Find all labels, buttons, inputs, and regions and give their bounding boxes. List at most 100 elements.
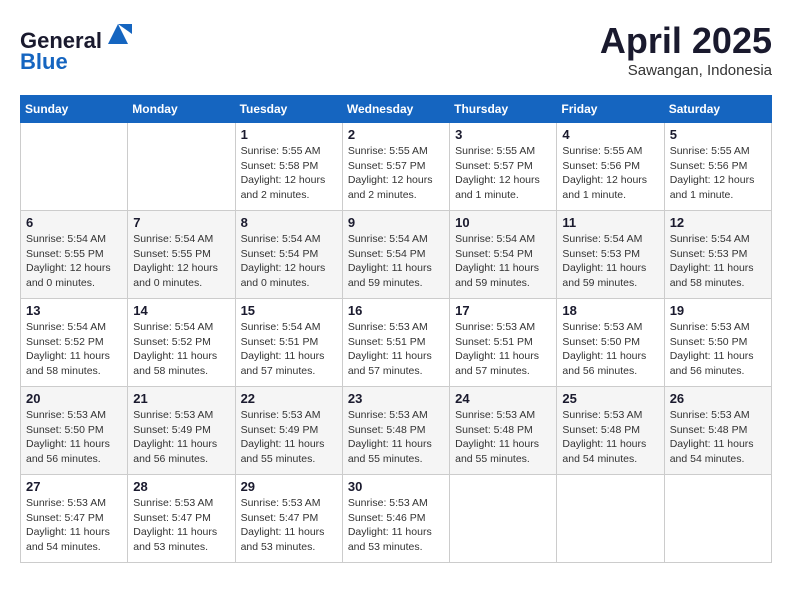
day-number: 17 bbox=[455, 303, 551, 318]
day-info: Sunrise: 5:54 AM Sunset: 5:54 PM Dayligh… bbox=[241, 232, 337, 291]
calendar-cell: 21 Sunrise: 5:53 AM Sunset: 5:49 PM Dayli… bbox=[128, 387, 235, 475]
calendar-cell: 11 Sunrise: 5:54 AM Sunset: 5:53 PM Dayli… bbox=[557, 211, 664, 299]
calendar-cell: 22 Sunrise: 5:53 AM Sunset: 5:49 PM Dayli… bbox=[235, 387, 342, 475]
day-number: 5 bbox=[670, 127, 766, 142]
calendar-week-3: 13 Sunrise: 5:54 AM Sunset: 5:52 PM Dayli… bbox=[21, 299, 772, 387]
day-number: 23 bbox=[348, 391, 444, 406]
day-info: Sunrise: 5:53 AM Sunset: 5:50 PM Dayligh… bbox=[562, 320, 658, 379]
page-header: General Blue April 2025 Sawangan, Indone… bbox=[20, 20, 772, 79]
day-number: 2 bbox=[348, 127, 444, 142]
calendar-cell bbox=[21, 123, 128, 211]
day-number: 15 bbox=[241, 303, 337, 318]
day-number: 6 bbox=[26, 215, 122, 230]
day-info: Sunrise: 5:54 AM Sunset: 5:51 PM Dayligh… bbox=[241, 320, 337, 379]
day-number: 8 bbox=[241, 215, 337, 230]
weekday-sunday: Sunday bbox=[21, 96, 128, 123]
day-number: 3 bbox=[455, 127, 551, 142]
day-info: Sunrise: 5:53 AM Sunset: 5:50 PM Dayligh… bbox=[670, 320, 766, 379]
day-info: Sunrise: 5:53 AM Sunset: 5:51 PM Dayligh… bbox=[455, 320, 551, 379]
day-info: Sunrise: 5:55 AM Sunset: 5:56 PM Dayligh… bbox=[562, 144, 658, 203]
calendar-cell: 4 Sunrise: 5:55 AM Sunset: 5:56 PM Daylig… bbox=[557, 123, 664, 211]
calendar-cell: 19Sunrise: 5:53 AM Sunset: 5:50 PM Dayli… bbox=[664, 299, 771, 387]
calendar-cell bbox=[557, 475, 664, 563]
calendar-cell bbox=[450, 475, 557, 563]
calendar-cell: 5 Sunrise: 5:55 AM Sunset: 5:56 PM Daylig… bbox=[664, 123, 771, 211]
day-number: 20 bbox=[26, 391, 122, 406]
day-number: 1 bbox=[241, 127, 337, 142]
day-info: Sunrise: 5:55 AM Sunset: 5:56 PM Dayligh… bbox=[670, 144, 766, 203]
calendar-cell: 24Sunrise: 5:53 AM Sunset: 5:48 PM Dayli… bbox=[450, 387, 557, 475]
calendar-body: 1Sunrise: 5:55 AM Sunset: 5:58 PM Daylig… bbox=[21, 123, 772, 563]
day-info: Sunrise: 5:54 AM Sunset: 5:54 PM Dayligh… bbox=[348, 232, 444, 291]
day-number: 18 bbox=[562, 303, 658, 318]
calendar-cell: 10Sunrise: 5:54 AM Sunset: 5:54 PM Dayli… bbox=[450, 211, 557, 299]
calendar-cell: 27 Sunrise: 5:53 AM Sunset: 5:47 PM Dayli… bbox=[21, 475, 128, 563]
day-number: 9 bbox=[348, 215, 444, 230]
calendar-header: SundayMondayTuesdayWednesdayThursdayFrid… bbox=[21, 96, 772, 123]
day-info: Sunrise: 5:53 AM Sunset: 5:47 PM Dayligh… bbox=[26, 496, 122, 555]
calendar-week-2: 6 Sunrise: 5:54 AM Sunset: 5:55 PM Daylig… bbox=[21, 211, 772, 299]
calendar-cell: 29 Sunrise: 5:53 AM Sunset: 5:47 PM Dayli… bbox=[235, 475, 342, 563]
location: Sawangan, Indonesia bbox=[600, 62, 772, 79]
day-info: Sunrise: 5:54 AM Sunset: 5:55 PM Dayligh… bbox=[26, 232, 122, 291]
month-title: April 2025 bbox=[600, 20, 772, 62]
day-info: Sunrise: 5:53 AM Sunset: 5:46 PM Dayligh… bbox=[348, 496, 444, 555]
calendar-cell: 17 Sunrise: 5:53 AM Sunset: 5:51 PM Dayli… bbox=[450, 299, 557, 387]
day-info: Sunrise: 5:53 AM Sunset: 5:49 PM Dayligh… bbox=[241, 408, 337, 467]
day-number: 14 bbox=[133, 303, 229, 318]
calendar-cell: 2 Sunrise: 5:55 AM Sunset: 5:57 PM Daylig… bbox=[342, 123, 449, 211]
calendar-cell: 16Sunrise: 5:53 AM Sunset: 5:51 PM Dayli… bbox=[342, 299, 449, 387]
calendar-cell: 20 Sunrise: 5:53 AM Sunset: 5:50 PM Dayli… bbox=[21, 387, 128, 475]
day-number: 4 bbox=[562, 127, 658, 142]
calendar-week-5: 27 Sunrise: 5:53 AM Sunset: 5:47 PM Dayli… bbox=[21, 475, 772, 563]
calendar-cell: 18 Sunrise: 5:53 AM Sunset: 5:50 PM Dayli… bbox=[557, 299, 664, 387]
day-info: Sunrise: 5:54 AM Sunset: 5:52 PM Dayligh… bbox=[26, 320, 122, 379]
calendar-cell: 26 Sunrise: 5:53 AM Sunset: 5:48 PM Dayli… bbox=[664, 387, 771, 475]
calendar-cell: 13 Sunrise: 5:54 AM Sunset: 5:52 PM Dayli… bbox=[21, 299, 128, 387]
day-number: 13 bbox=[26, 303, 122, 318]
title-block: April 2025 Sawangan, Indonesia bbox=[600, 20, 772, 79]
calendar-cell: 9 Sunrise: 5:54 AM Sunset: 5:54 PM Daylig… bbox=[342, 211, 449, 299]
day-info: Sunrise: 5:54 AM Sunset: 5:53 PM Dayligh… bbox=[562, 232, 658, 291]
day-info: Sunrise: 5:54 AM Sunset: 5:53 PM Dayligh… bbox=[670, 232, 766, 291]
day-number: 24 bbox=[455, 391, 551, 406]
day-number: 12 bbox=[670, 215, 766, 230]
day-info: Sunrise: 5:53 AM Sunset: 5:51 PM Dayligh… bbox=[348, 320, 444, 379]
day-number: 21 bbox=[133, 391, 229, 406]
calendar-cell: 3 Sunrise: 5:55 AM Sunset: 5:57 PM Daylig… bbox=[450, 123, 557, 211]
calendar-cell: 6 Sunrise: 5:54 AM Sunset: 5:55 PM Daylig… bbox=[21, 211, 128, 299]
calendar-cell: 28 Sunrise: 5:53 AM Sunset: 5:47 PM Dayli… bbox=[128, 475, 235, 563]
calendar-week-4: 20 Sunrise: 5:53 AM Sunset: 5:50 PM Dayli… bbox=[21, 387, 772, 475]
calendar-cell: 1Sunrise: 5:55 AM Sunset: 5:58 PM Daylig… bbox=[235, 123, 342, 211]
logo: General Blue bbox=[20, 20, 132, 75]
day-info: Sunrise: 5:53 AM Sunset: 5:48 PM Dayligh… bbox=[348, 408, 444, 467]
calendar-cell: 14 Sunrise: 5:54 AM Sunset: 5:52 PM Dayli… bbox=[128, 299, 235, 387]
weekday-monday: Monday bbox=[128, 96, 235, 123]
day-info: Sunrise: 5:53 AM Sunset: 5:48 PM Dayligh… bbox=[562, 408, 658, 467]
weekday-header-row: SundayMondayTuesdayWednesdayThursdayFrid… bbox=[21, 96, 772, 123]
day-number: 22 bbox=[241, 391, 337, 406]
day-info: Sunrise: 5:53 AM Sunset: 5:47 PM Dayligh… bbox=[241, 496, 337, 555]
day-info: Sunrise: 5:53 AM Sunset: 5:47 PM Dayligh… bbox=[133, 496, 229, 555]
weekday-tuesday: Tuesday bbox=[235, 96, 342, 123]
day-info: Sunrise: 5:53 AM Sunset: 5:48 PM Dayligh… bbox=[670, 408, 766, 467]
day-number: 25 bbox=[562, 391, 658, 406]
calendar-cell: 8 Sunrise: 5:54 AM Sunset: 5:54 PM Daylig… bbox=[235, 211, 342, 299]
day-info: Sunrise: 5:55 AM Sunset: 5:57 PM Dayligh… bbox=[455, 144, 551, 203]
day-number: 29 bbox=[241, 479, 337, 494]
calendar-cell: 7Sunrise: 5:54 AM Sunset: 5:55 PM Daylig… bbox=[128, 211, 235, 299]
day-info: Sunrise: 5:53 AM Sunset: 5:50 PM Dayligh… bbox=[26, 408, 122, 467]
day-info: Sunrise: 5:53 AM Sunset: 5:49 PM Dayligh… bbox=[133, 408, 229, 467]
weekday-friday: Friday bbox=[557, 96, 664, 123]
day-number: 26 bbox=[670, 391, 766, 406]
day-info: Sunrise: 5:55 AM Sunset: 5:57 PM Dayligh… bbox=[348, 144, 444, 203]
calendar-week-1: 1Sunrise: 5:55 AM Sunset: 5:58 PM Daylig… bbox=[21, 123, 772, 211]
calendar-cell: 15 Sunrise: 5:54 AM Sunset: 5:51 PM Dayli… bbox=[235, 299, 342, 387]
day-number: 28 bbox=[133, 479, 229, 494]
day-number: 7 bbox=[133, 215, 229, 230]
day-number: 11 bbox=[562, 215, 658, 230]
day-number: 27 bbox=[26, 479, 122, 494]
calendar-cell: 23 Sunrise: 5:53 AM Sunset: 5:48 PM Dayli… bbox=[342, 387, 449, 475]
day-info: Sunrise: 5:54 AM Sunset: 5:52 PM Dayligh… bbox=[133, 320, 229, 379]
day-number: 30 bbox=[348, 479, 444, 494]
